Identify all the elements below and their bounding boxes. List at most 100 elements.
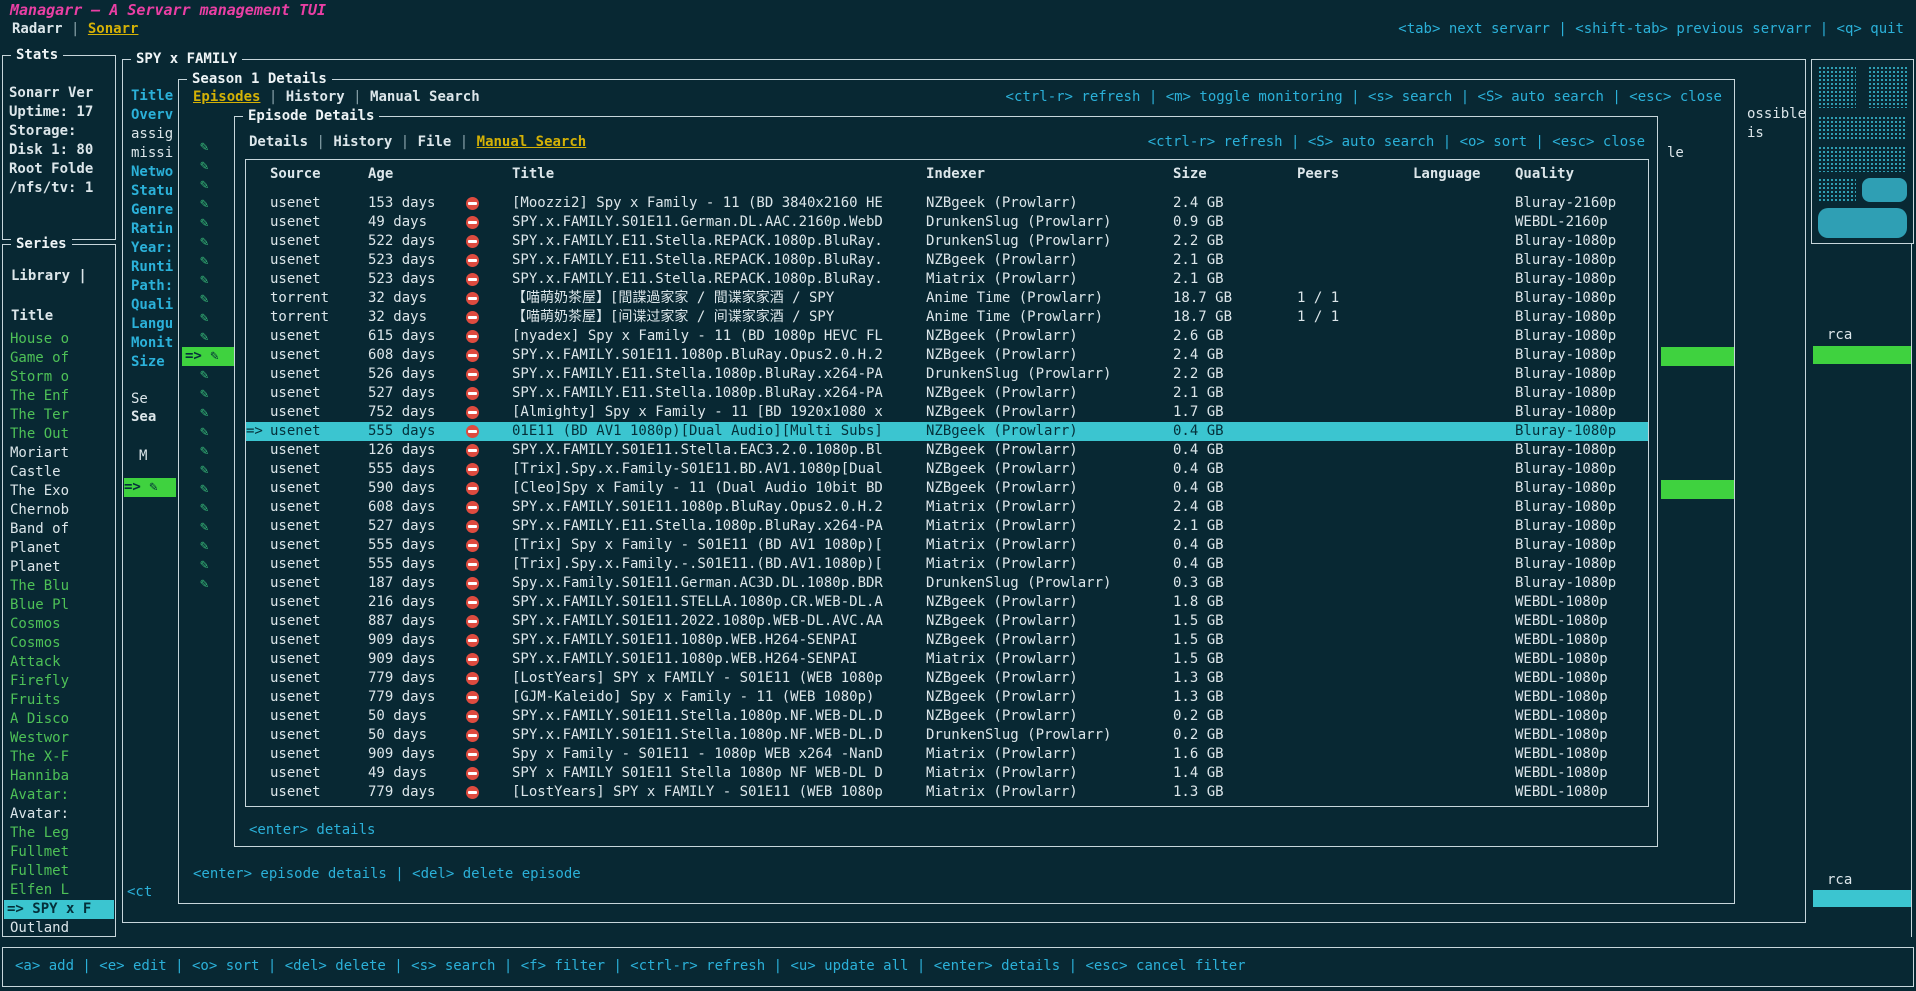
result-row[interactable]: usenet187 daysSpy.x.Family.S01E11.German…: [246, 574, 1648, 593]
series-list-item[interactable]: Attack: [4, 653, 114, 672]
series-list-item[interactable]: => SPY x F: [4, 900, 114, 919]
series-list-item[interactable]: The Ter: [4, 406, 114, 425]
result-row[interactable]: usenet608 daysSPY.x.FAMILY.S01E11.1080p.…: [246, 346, 1648, 365]
series-list-item[interactable]: Westwor: [4, 729, 114, 748]
result-row[interactable]: usenet50 daysSPY.x.FAMILY.S01E11.Stella.…: [246, 726, 1648, 745]
result-row[interactable]: usenet909 daysSPY.x.FAMILY.S01E11.1080p.…: [246, 650, 1648, 669]
series-list-item[interactable]: The Exo: [4, 482, 114, 501]
season-tab-manual-search[interactable]: Manual Search: [370, 89, 480, 105]
result-row[interactable]: usenet523 daysSPY.x.FAMILY.E11.Stella.RE…: [246, 270, 1648, 289]
result-row[interactable]: usenet555 days[Trix].Spy.x.Family-S01E11…: [246, 460, 1648, 479]
result-row[interactable]: usenet608 daysSPY.x.FAMILY.S01E11.1080p.…: [246, 498, 1648, 517]
tab-radarr[interactable]: Radarr: [12, 21, 63, 37]
result-source: torrent: [270, 289, 368, 308]
result-quality: WEBDL-2160p: [1515, 213, 1648, 232]
series-list-item[interactable]: Planet: [4, 558, 114, 577]
series-list-item[interactable]: Cosmos: [4, 634, 114, 653]
result-row[interactable]: usenet216 daysSPY.x.FAMILY.S01E11.STELLA…: [246, 593, 1648, 612]
result-row[interactable]: usenet909 daysSpy x Family - S01E11 - 10…: [246, 745, 1648, 764]
result-language: [1413, 213, 1515, 232]
season-tab-episodes[interactable]: Episodes: [193, 89, 260, 105]
series-list-item[interactable]: Fullmet: [4, 862, 114, 881]
episode-tab-manual-search[interactable]: Manual Search: [477, 134, 587, 150]
result-row[interactable]: =>usenet555 days01E11 (BD AV1 1080p)[Dua…: [246, 422, 1648, 441]
result-row[interactable]: torrent32 days【喵萌奶茶屋】[間諜過家家 / 間谍家家酒 / SP…: [246, 289, 1648, 308]
result-indexer: NZBgeek (Prowlarr): [926, 688, 1173, 707]
series-list-item[interactable]: Elfen L: [4, 881, 114, 900]
result-row[interactable]: usenet49 daysSPY x FAMILY S01E11 Stella …: [246, 764, 1648, 783]
series-list-item[interactable]: Hanniba: [4, 767, 114, 786]
no-entry-icon: [466, 235, 479, 248]
series-list-item[interactable]: Outland: [4, 919, 114, 935]
result-row[interactable]: usenet752 days[Almighty] Spy x Family - …: [246, 403, 1648, 422]
series-list-item[interactable]: Cosmos: [4, 615, 114, 634]
series-list-item[interactable]: Band of: [4, 520, 114, 539]
result-row[interactable]: usenet779 days[LostYears] SPY x FAMILY -…: [246, 783, 1648, 802]
result-age: 909 days: [368, 631, 464, 650]
panel-border-fragment: [1911, 244, 1912, 937]
series-list-item[interactable]: House o: [4, 330, 114, 349]
result-row[interactable]: torrent32 days【喵萌奶茶屋】[间谍过家家 / 间谍家家酒 / SP…: [246, 308, 1648, 327]
result-age: 909 days: [368, 650, 464, 669]
result-age: 555 days: [368, 422, 464, 441]
result-size: 0.4 GB: [1173, 555, 1297, 574]
result-indexer: Miatrix (Prowlarr): [926, 536, 1173, 555]
result-row[interactable]: usenet522 daysSPY.x.FAMILY.E11.Stella.RE…: [246, 232, 1648, 251]
season-tab-history[interactable]: History: [286, 89, 345, 105]
series-list-item[interactable]: A Disco: [4, 710, 114, 729]
result-row[interactable]: usenet909 daysSPY.x.FAMILY.S01E11.1080p.…: [246, 631, 1648, 650]
result-row[interactable]: usenet527 daysSPY.x.FAMILY.E11.Stella.10…: [246, 384, 1648, 403]
series-list-item[interactable]: The X-F: [4, 748, 114, 767]
result-row[interactable]: usenet555 days[Trix] Spy x Family - S01E…: [246, 536, 1648, 555]
result-row[interactable]: usenet153 days[Moozzi2] Spy x Family - 1…: [246, 194, 1648, 213]
series-list-item[interactable]: The Blu: [4, 577, 114, 596]
result-row[interactable]: usenet49 daysSPY.x.FAMILY.S01E11.German.…: [246, 213, 1648, 232]
stats-panel: Stats Sonarr VerUptime: 17Storage:Disk 1…: [2, 55, 116, 240]
episode-tab-file[interactable]: File: [418, 134, 452, 150]
episode-tab-details[interactable]: Details: [249, 134, 308, 150]
series-list-item[interactable]: The Out: [4, 425, 114, 444]
result-row[interactable]: usenet527 daysSPY.x.FAMILY.E11.Stella.10…: [246, 517, 1648, 536]
rejection-cell: [464, 764, 512, 783]
no-entry-icon: [466, 634, 479, 647]
result-size: 1.5 GB: [1173, 631, 1297, 650]
series-list-item[interactable]: Avatar:: [4, 805, 114, 824]
result-row[interactable]: usenet779 days[LostYears] SPY x FAMILY -…: [246, 669, 1648, 688]
result-language: [1413, 707, 1515, 726]
tab-library[interactable]: Library |: [11, 267, 87, 286]
no-entry-icon: [466, 615, 479, 628]
series-list-item[interactable]: Avatar:: [4, 786, 114, 805]
result-size: 2.2 GB: [1173, 232, 1297, 251]
series-list-item[interactable]: The Enf: [4, 387, 114, 406]
result-row[interactable]: usenet555 days[Trix].Spy.x.Family.-.S01E…: [246, 555, 1648, 574]
series-list-item[interactable]: Fruits: [4, 691, 114, 710]
series-list-item[interactable]: Chernob: [4, 501, 114, 520]
result-row[interactable]: usenet590 days[Cleo]Spy x Family - 11 (D…: [246, 479, 1648, 498]
series-list-item[interactable]: Game of: [4, 349, 114, 368]
series-list-item[interactable]: Blue Pl: [4, 596, 114, 615]
episode-tab-history[interactable]: History: [333, 134, 392, 150]
result-row[interactable]: usenet779 days[GJM-Kaleido] Spy x Family…: [246, 688, 1648, 707]
result-quality: WEBDL-1080p: [1515, 631, 1648, 650]
result-quality: WEBDL-1080p: [1515, 612, 1648, 631]
result-row[interactable]: usenet615 days[nyadex] Spy x Family - 11…: [246, 327, 1648, 346]
result-size: 1.8 GB: [1173, 593, 1297, 612]
result-quality: WEBDL-1080p: [1515, 593, 1648, 612]
series-list-item[interactable]: Castle: [4, 463, 114, 482]
result-source: usenet: [270, 403, 368, 422]
result-row[interactable]: usenet50 daysSPY.x.FAMILY.S01E11.Stella.…: [246, 707, 1648, 726]
series-list-item[interactable]: The Leg: [4, 824, 114, 843]
series-list-item[interactable]: Storm o: [4, 368, 114, 387]
result-row[interactable]: usenet523 daysSPY.x.FAMILY.E11.Stella.RE…: [246, 251, 1648, 270]
result-row[interactable]: usenet887 daysSPY.x.FAMILY.S01E11.2022.1…: [246, 612, 1648, 631]
series-list-item[interactable]: Firefly: [4, 672, 114, 691]
series-panel: Series Library | Title House oGame ofSto…: [2, 244, 116, 937]
series-list-item[interactable]: Moriart: [4, 444, 114, 463]
result-row[interactable]: usenet526 daysSPY.x.FAMILY.E11.Stella.10…: [246, 365, 1648, 384]
tab-sonarr[interactable]: Sonarr: [88, 21, 139, 37]
series-list-item[interactable]: Fullmet: [4, 843, 114, 862]
no-entry-icon: [466, 767, 479, 780]
series-list-item[interactable]: Planet: [4, 539, 114, 558]
rejection-cell: [464, 346, 512, 365]
result-row[interactable]: usenet126 daysSPY.X.FAMILY.S01E11.Stella…: [246, 441, 1648, 460]
